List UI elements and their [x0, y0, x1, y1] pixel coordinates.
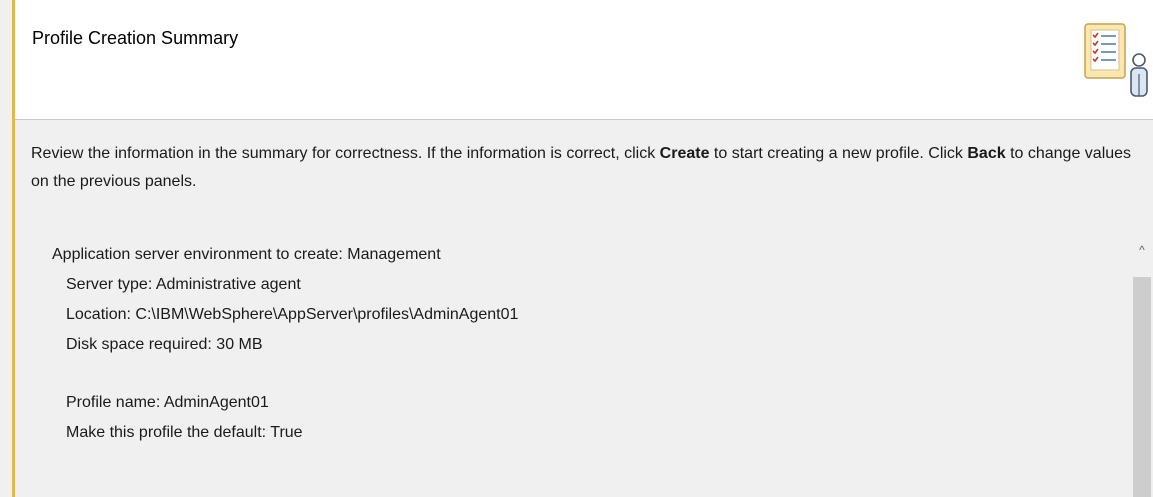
back-keyword: Back: [967, 145, 1006, 162]
wizard-header: Profile Creation Summary: [15, 0, 1153, 120]
page-title: Profile Creation Summary: [32, 28, 239, 48]
summary-profile-name: Profile name: AdminAgent01: [66, 394, 269, 411]
summary-location: Location: C:\IBM\WebSphere\AppServer\pro…: [66, 306, 519, 323]
profile-summary: Application server environment to create…: [52, 240, 1112, 448]
instructions-text: Review the information in the summary fo…: [31, 145, 1132, 190]
vertical-scrollbar[interactable]: ^: [1131, 237, 1153, 497]
scroll-thumb[interactable]: [1133, 277, 1151, 497]
create-keyword: Create: [659, 145, 710, 162]
checklist-user-icon: [1084, 23, 1148, 97]
scroll-up-arrow-icon[interactable]: ^: [1131, 237, 1153, 263]
summary-server-type: Server type: Administrative agent: [66, 276, 301, 293]
summary-spacer: [52, 360, 1112, 388]
summary-environment: Application server environment to create…: [52, 246, 441, 263]
summary-default-profile: Make this profile the default: True: [66, 424, 303, 441]
summary-disk-space: Disk space required: 30 MB: [66, 336, 263, 353]
